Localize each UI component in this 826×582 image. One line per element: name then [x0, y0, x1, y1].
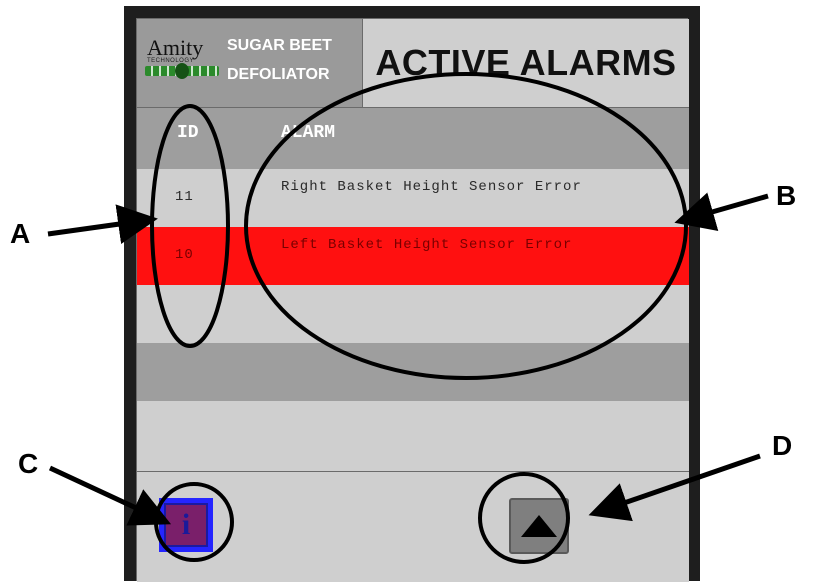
callout-label-c: C: [18, 448, 39, 479]
callout-arrow-c: [48, 465, 172, 526]
callout-label-d: D: [772, 430, 793, 461]
callout-arrow-a: [47, 204, 158, 244]
callout-arrow-b: [674, 192, 769, 231]
callout-ellipse-a: [150, 104, 230, 348]
callout-label-a: A: [10, 218, 31, 249]
callout-circle-d: [478, 472, 570, 564]
callout-circle-c: [154, 482, 234, 562]
callout-label-b: B: [776, 180, 797, 211]
callout-ellipse-b: [244, 72, 688, 380]
annotation-overlay: [47, 72, 769, 564]
callout-arrow-d: [588, 453, 761, 522]
